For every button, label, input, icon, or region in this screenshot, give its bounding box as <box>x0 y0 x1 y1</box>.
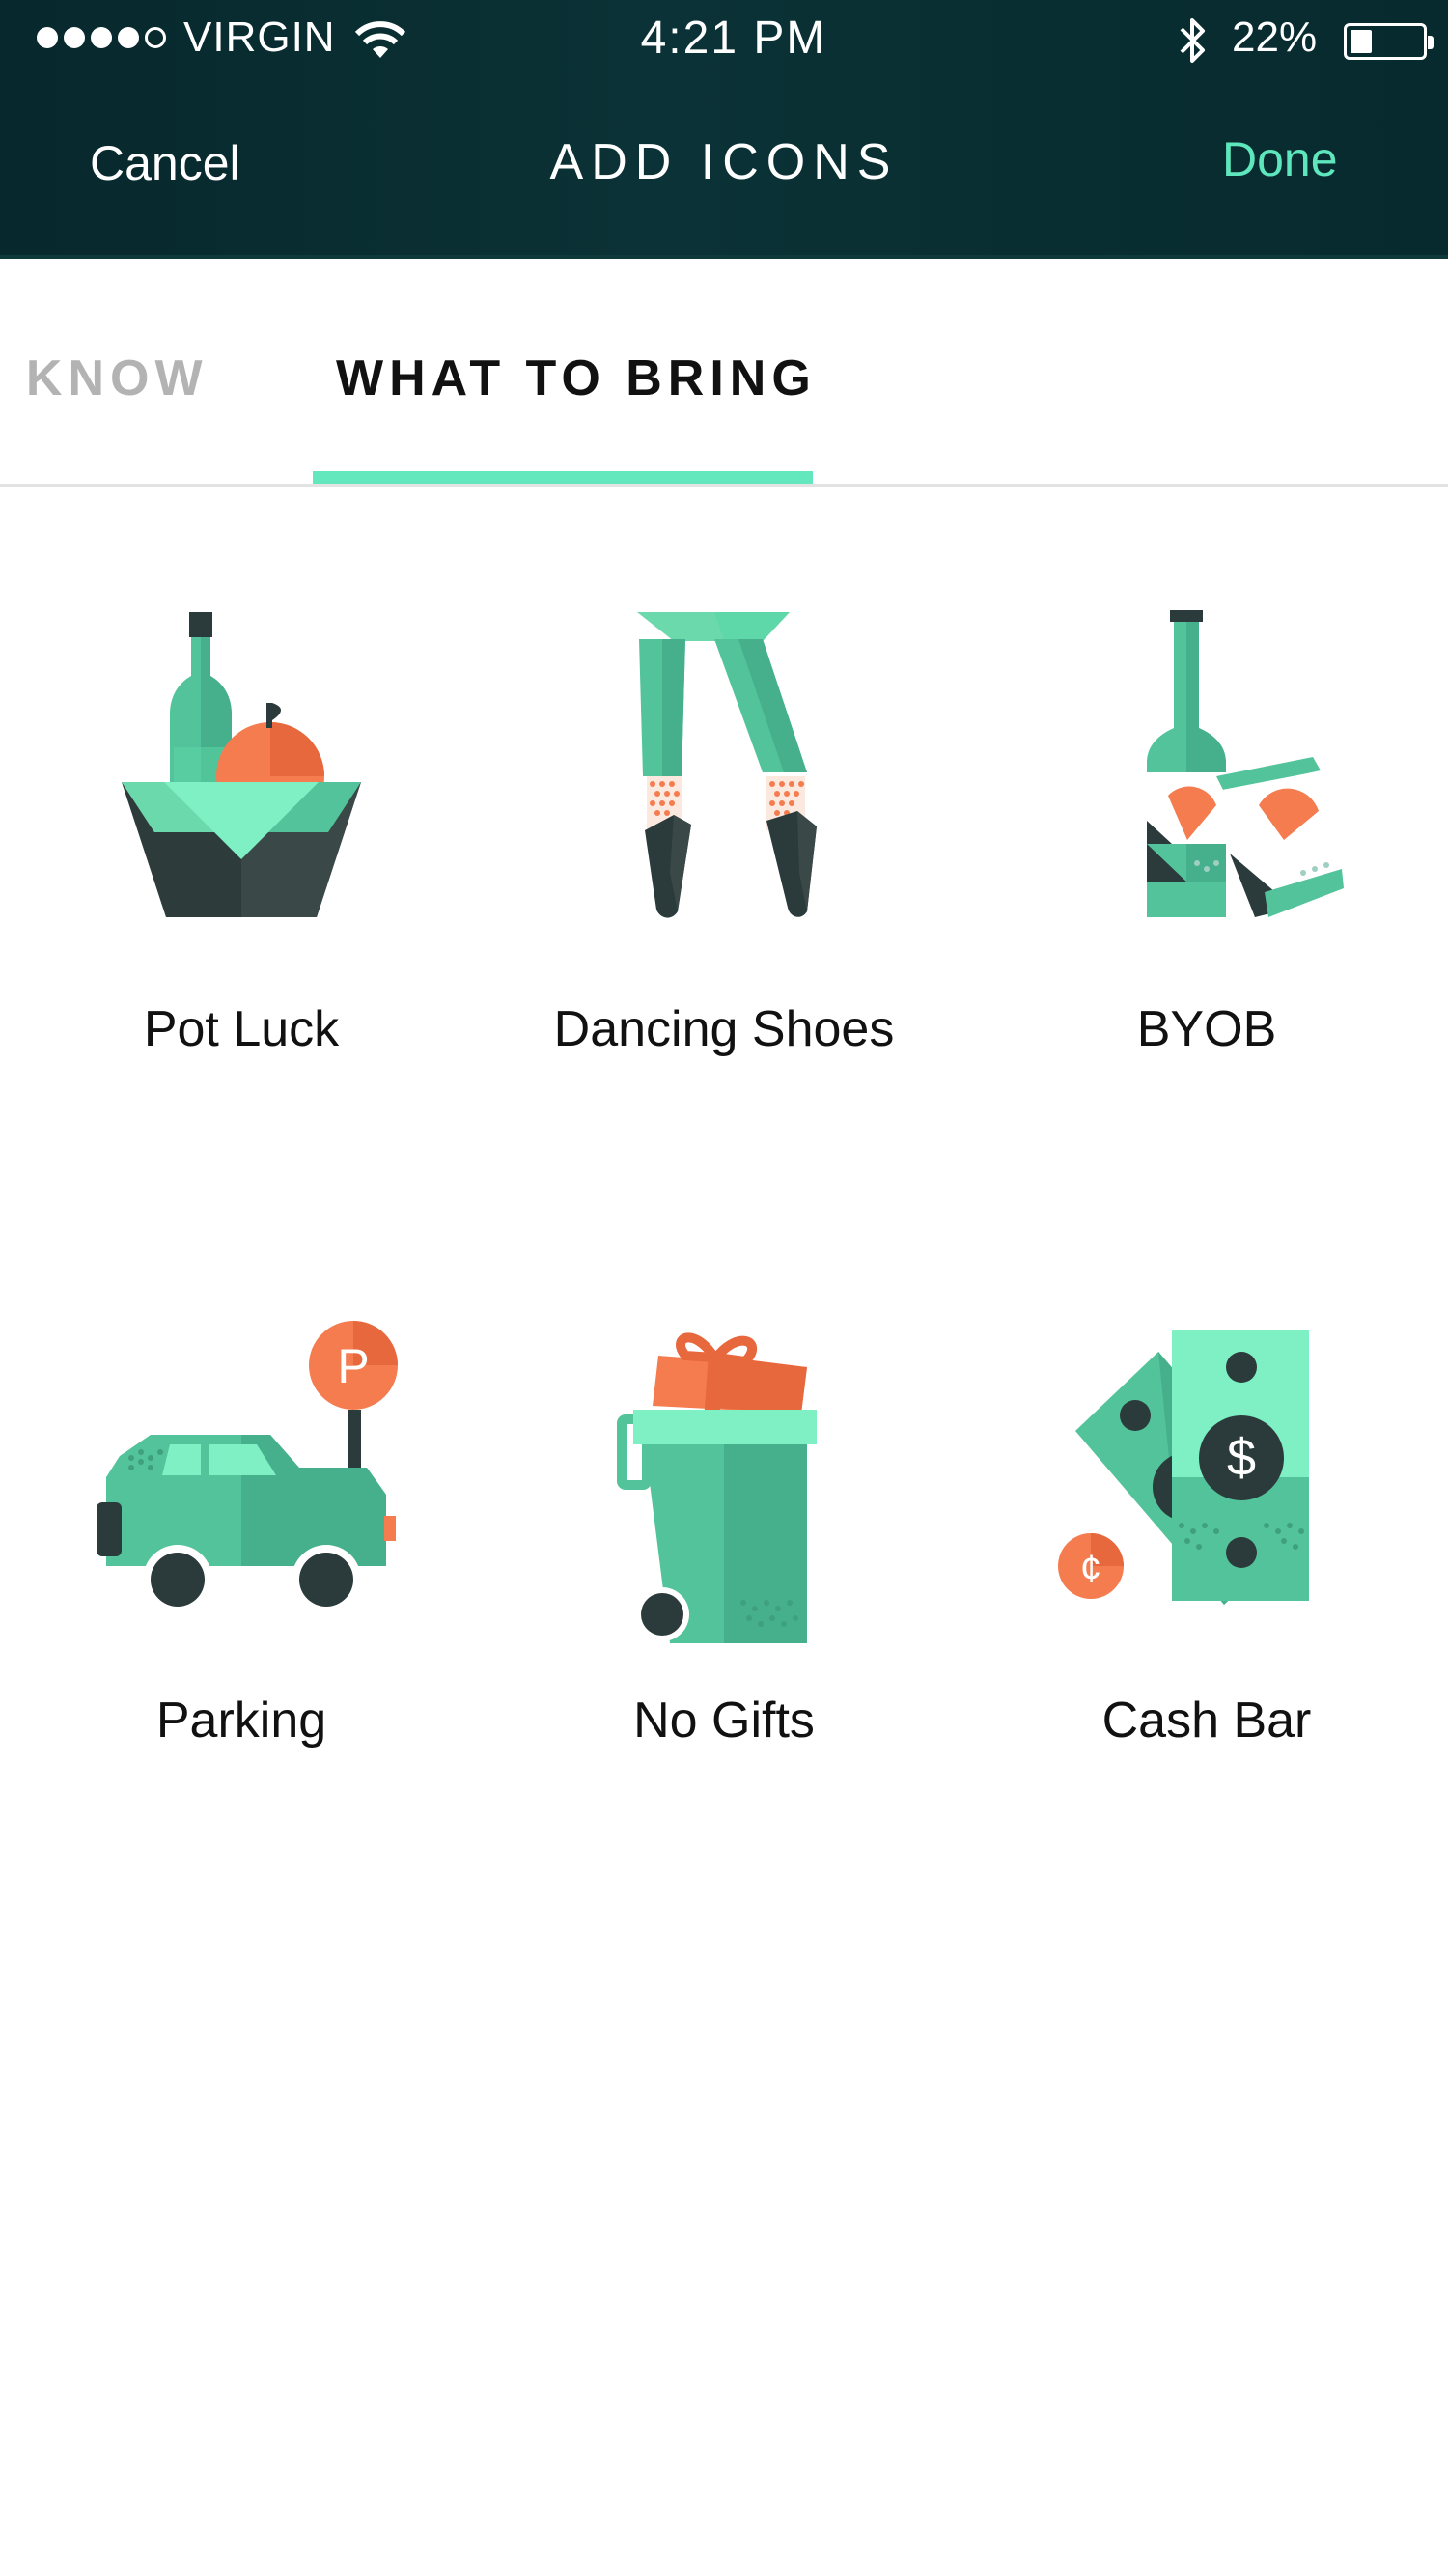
icon-label: No Gifts <box>633 1693 815 1749</box>
icon-label: Dancing Shoes <box>553 1001 895 1057</box>
svg-text:$: $ <box>1227 1429 1256 1487</box>
category-tab-bar: O KNOW WHAT TO BRING <box>0 259 1448 487</box>
icon-tile-byob[interactable]: BYOB <box>965 583 1448 1085</box>
cash-bar-icon: $ ¢ <box>1058 1330 1309 1605</box>
icon-label: BYOB <box>1136 1001 1277 1057</box>
icon-label: Pot Luck <box>143 1001 340 1057</box>
icon-tile-cash-bar[interactable]: $ ¢ Cash Bar <box>965 1313 1448 1815</box>
tab-what-to-bring[interactable]: WHAT TO BRING <box>336 350 817 407</box>
page-title: ADD ICONS <box>549 134 899 190</box>
icon-tile-pot-luck[interactable]: Pot Luck <box>0 583 483 1085</box>
battery-percentage: 22% <box>1232 14 1318 61</box>
dancing-shoes-icon <box>637 612 817 918</box>
tab-previous[interactable]: O KNOW <box>0 350 209 407</box>
icon-label: Parking <box>155 1693 327 1749</box>
navigation-bar: VIRGIN 4:21 PM 22% Cancel ADD ICONS Done <box>0 0 1448 259</box>
active-tab-indicator <box>313 471 813 484</box>
icon-tile-dancing-shoes[interactable]: Dancing Shoes <box>483 583 965 1085</box>
icon-tile-parking[interactable]: P Parking <box>0 1313 483 1815</box>
bluetooth-icon <box>1174 14 1212 72</box>
battery-icon <box>1344 23 1434 60</box>
byob-icon <box>1147 610 1344 921</box>
svg-text:¢: ¢ <box>1080 1548 1101 1590</box>
icon-tile-no-gifts[interactable]: No Gifts <box>483 1313 965 1815</box>
status-time: 4:21 PM <box>640 13 827 64</box>
icon-label: Cash Bar <box>1101 1693 1312 1749</box>
signal-strength-icon <box>37 27 166 48</box>
svg-text:P: P <box>337 1339 369 1393</box>
pot-luck-icon <box>122 612 361 917</box>
cancel-button[interactable]: Cancel <box>90 135 240 191</box>
wifi-icon <box>353 19 407 67</box>
parking-icon: P <box>97 1321 398 1614</box>
done-button[interactable]: Done <box>1222 131 1338 187</box>
no-gifts-icon <box>617 1332 817 1643</box>
carrier-name: VIRGIN <box>183 14 336 61</box>
